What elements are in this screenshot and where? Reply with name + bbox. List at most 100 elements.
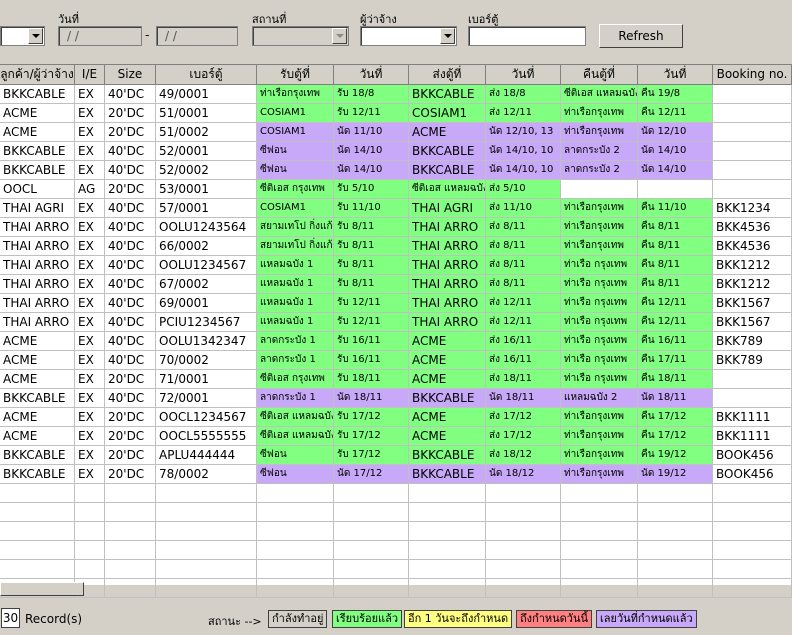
- table-cell[interactable]: ท่าเรือกรุงเทพ: [561, 199, 638, 218]
- table-cell[interactable]: ACME: [409, 427, 486, 446]
- column-header-0[interactable]: ลูกค้า/ผู้ว่าจ้าง: [0, 65, 75, 85]
- table-cell[interactable]: EX: [75, 161, 105, 180]
- table-cell[interactable]: BKKCABLE: [409, 85, 486, 104]
- table-cell[interactable]: 70/0002: [156, 351, 257, 370]
- table-cell[interactable]: ส่ง 8/11: [486, 218, 561, 237]
- table-cell[interactable]: คืน 12/11: [638, 313, 713, 332]
- container-input[interactable]: [468, 26, 586, 46]
- table-cell[interactable]: [713, 161, 792, 180]
- table-cell[interactable]: EX: [75, 237, 105, 256]
- table-cell[interactable]: คืน 8/11: [638, 256, 713, 275]
- table-cell[interactable]: รับ 17/12: [334, 446, 409, 465]
- table-cell[interactable]: แหลมฉบัง 1: [257, 256, 334, 275]
- table-cell[interactable]: คืน 17/12: [638, 427, 713, 446]
- place-combo[interactable]: [252, 26, 349, 46]
- table-cell[interactable]: BKK1234: [713, 199, 792, 218]
- table-cell[interactable]: ส่ง 8/11: [486, 256, 561, 275]
- table-cell[interactable]: BKK1212: [713, 256, 792, 275]
- table-cell[interactable]: รับ 8/11: [334, 275, 409, 294]
- table-cell[interactable]: รับ 18/11: [334, 370, 409, 389]
- table-cell[interactable]: แหลมฉบัง 1: [257, 275, 334, 294]
- date-to-field[interactable]: / /: [156, 26, 238, 46]
- table-cell[interactable]: ท่าเรือกรุงเทพ: [561, 446, 638, 465]
- table-cell[interactable]: ACME: [0, 370, 75, 389]
- table-cell[interactable]: 67/0002: [156, 275, 257, 294]
- table-cell[interactable]: EX: [75, 142, 105, 161]
- date-from-field[interactable]: / /: [58, 26, 142, 46]
- table-cell[interactable]: 20'DC: [105, 446, 156, 465]
- customer-combo[interactable]: [0, 26, 45, 46]
- table-cell[interactable]: BKKCABLE: [409, 465, 486, 484]
- table-cell[interactable]: ซีฟอน: [257, 142, 334, 161]
- table-cell[interactable]: นัด 14/10: [334, 142, 409, 161]
- table-cell[interactable]: EX: [75, 218, 105, 237]
- table-cell[interactable]: BKKCABLE: [0, 446, 75, 465]
- table-cell[interactable]: BKKCABLE: [0, 142, 75, 161]
- table-cell[interactable]: สยามเทโป กิ่งแก้ว: [257, 218, 334, 237]
- table-cell[interactable]: คืน 11/10: [638, 199, 713, 218]
- table-cell[interactable]: BKKCABLE: [0, 161, 75, 180]
- table-cell[interactable]: THAI ARRO: [409, 256, 486, 275]
- table-cell[interactable]: คืน 12/11: [638, 294, 713, 313]
- table-cell[interactable]: OOCL1234567: [156, 408, 257, 427]
- table-cell[interactable]: ACME: [0, 104, 75, 123]
- table-cell[interactable]: 40'DC: [105, 256, 156, 275]
- table-cell[interactable]: AG: [75, 180, 105, 199]
- table-cell[interactable]: 40'DC: [105, 275, 156, 294]
- table-cell[interactable]: ACME: [409, 370, 486, 389]
- table-cell[interactable]: รับ 17/12: [334, 427, 409, 446]
- table-cell[interactable]: รับ 12/11: [334, 104, 409, 123]
- table-cell[interactable]: รับ 17/12: [334, 408, 409, 427]
- table-cell[interactable]: COSIAM1: [409, 104, 486, 123]
- table-cell[interactable]: ส่ง 18/12: [486, 446, 561, 465]
- table-cell[interactable]: 40'DC: [105, 351, 156, 370]
- table-cell[interactable]: นัด 14/10, 10: [486, 161, 561, 180]
- column-header-9[interactable]: วันที่: [638, 65, 713, 85]
- table-cell[interactable]: EX: [75, 408, 105, 427]
- table-cell[interactable]: 40'DC: [105, 332, 156, 351]
- table-cell[interactable]: ACME: [0, 427, 75, 446]
- refresh-button[interactable]: Refresh: [599, 24, 683, 48]
- table-cell[interactable]: ACME: [409, 351, 486, 370]
- table-cell[interactable]: THAI ARRO: [0, 256, 75, 275]
- table-cell[interactable]: นัด 18/11: [486, 389, 561, 408]
- table-cell[interactable]: BKK4536: [713, 218, 792, 237]
- table-cell[interactable]: BKKCABLE: [409, 446, 486, 465]
- table-cell[interactable]: ACME: [0, 123, 75, 142]
- table-cell[interactable]: รับ 16/11: [334, 351, 409, 370]
- table-cell[interactable]: EX: [75, 294, 105, 313]
- table-cell[interactable]: THAI ARRO: [409, 313, 486, 332]
- table-cell[interactable]: นัด 14/10: [334, 161, 409, 180]
- column-header-7[interactable]: วันที่: [486, 65, 561, 85]
- table-cell[interactable]: ท่าเรือกรุงเทพ: [561, 408, 638, 427]
- table-cell[interactable]: BKKCABLE: [409, 161, 486, 180]
- table-cell[interactable]: BKKCABLE: [0, 465, 75, 484]
- chevron-down-icon[interactable]: [440, 28, 455, 44]
- table-cell[interactable]: ส่ง 12/11: [486, 313, 561, 332]
- table-cell[interactable]: ACME: [409, 408, 486, 427]
- table-cell[interactable]: EX: [75, 332, 105, 351]
- table-cell[interactable]: ส่ง 17/12: [486, 408, 561, 427]
- table-cell[interactable]: 40'DC: [105, 218, 156, 237]
- table-cell[interactable]: THAI ARRO: [0, 294, 75, 313]
- table-cell[interactable]: EX: [75, 465, 105, 484]
- table-cell[interactable]: ส่ง 12/11: [486, 104, 561, 123]
- table-cell[interactable]: ส่ง 12/11: [486, 294, 561, 313]
- table-cell[interactable]: BKK789: [713, 332, 792, 351]
- table-cell[interactable]: ท่าเรือกรุงเทพ: [561, 104, 638, 123]
- table-cell[interactable]: ท่าเรือกรุงเทพ: [561, 465, 638, 484]
- table-cell[interactable]: รับ 8/11: [334, 237, 409, 256]
- table-cell[interactable]: ส่ง 8/11: [486, 275, 561, 294]
- table-cell[interactable]: COSIAM1: [257, 123, 334, 142]
- table-cell[interactable]: BOOK456: [713, 446, 792, 465]
- table-cell[interactable]: EX: [75, 104, 105, 123]
- table-cell[interactable]: รับ 11/10: [334, 199, 409, 218]
- column-header-4[interactable]: รับตู้ที่: [257, 65, 334, 85]
- table-cell[interactable]: THAI ARRO: [0, 313, 75, 332]
- table-cell[interactable]: OOCL5555555: [156, 427, 257, 446]
- table-cell[interactable]: คืน 8/11: [638, 218, 713, 237]
- table-cell[interactable]: นัด 18/11: [638, 389, 713, 408]
- table-cell[interactable]: รับ 8/11: [334, 218, 409, 237]
- table-cell[interactable]: ท่าเรือ กรุงเทพ: [561, 256, 638, 275]
- table-cell[interactable]: 52/0002: [156, 161, 257, 180]
